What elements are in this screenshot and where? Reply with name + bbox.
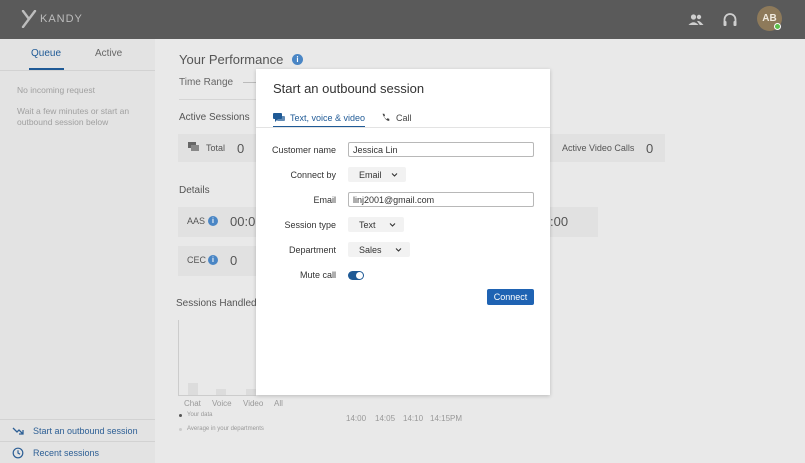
department-select[interactable]: Sales [348,242,410,257]
customer-name-label: Customer name [271,145,336,155]
chevron-down-icon [389,223,396,227]
active-video-calls-card: Active Video Calls 0 [550,134,665,162]
chart-category-label: All [274,399,283,408]
kandy-logo-icon [21,10,37,28]
chart-bar [216,389,226,395]
connect-button[interactable]: Connect [487,289,534,305]
chat-icon [273,112,285,122]
divider [256,127,550,128]
legend-label: Average in your departments [187,426,264,432]
top-bar: KANDY AB [0,0,805,39]
email-field[interactable] [348,192,534,207]
chart-x-axis [178,395,256,396]
session-type-value: Text [359,219,376,230]
session-type-label: Session type [284,220,336,230]
time-range-slider-track[interactable] [243,82,256,83]
online-status-indicator [774,23,781,30]
page-title: Your Performance [179,52,284,67]
outbound-session-dialog: Start an outbound session Text, voice & … [256,69,550,395]
tab-text-voice-video[interactable]: Text, voice & video [273,108,365,127]
customer-name-input[interactable] [348,142,534,157]
chart-time-label: 14:10 [403,414,424,423]
active-video-calls-label: Active Video Calls [562,143,635,153]
info-icon[interactable]: i [208,216,218,226]
email-label: Email [313,195,336,205]
chart-y-axis [178,320,179,396]
tab-call-label: Call [396,112,412,123]
session-type-select[interactable]: Text [348,217,404,232]
empty-queue-hint: Wait a few minutes or start an [17,106,130,116]
app-logo[interactable]: KANDY [21,10,83,28]
aas-label: AAS [187,216,206,226]
details-label: Details [179,185,210,196]
left-panel: Queue Active No incoming request Wait a … [0,39,155,463]
detail-value-right: :00 [550,214,569,229]
tab-active[interactable]: Active [95,48,122,59]
aas-value: 00:0 [230,214,256,229]
legend-label: Your data [187,412,213,418]
connect-by-value: Email [359,169,382,180]
clock-icon [12,447,24,458]
toggle-knob [356,272,363,279]
time-range-label: Time Range [179,77,234,88]
mute-call-toggle[interactable] [348,271,364,280]
detail-card-right: :00 [550,207,598,237]
department-label: Department [288,245,336,255]
legend-marker [179,414,182,417]
logo-text: KANDY [40,13,83,25]
total-label: Total [206,143,226,153]
chevron-down-icon [395,248,402,252]
chart-time-label: 14:05 [375,414,396,423]
active-video-calls-value: 0 [646,141,654,156]
divider [179,99,256,100]
tab-call[interactable]: Call [381,108,412,127]
divider [0,70,155,71]
tab-queue[interactable]: Queue [31,48,61,59]
chart-category-label: Video [243,399,264,408]
chart-bar [246,389,256,395]
chart-category-label: Chat [184,399,201,408]
chart-time-label: 14:15PM [430,414,463,423]
cec-value: 0 [230,253,238,268]
people-icon[interactable] [687,11,705,29]
tab-text-voice-video-label: Text, voice & video [290,112,366,123]
connect-by-label: Connect by [290,170,336,180]
department-value: Sales [359,244,382,255]
chart-bar [188,383,198,395]
empty-queue-title: No incoming request [17,85,95,95]
recent-sessions-link[interactable]: Recent sessions [0,441,155,463]
active-sessions-label: Active Sessions [179,112,250,123]
empty-queue-hint-line-2: outbound session below [17,117,109,127]
chart-time-label: 14:00 [346,414,367,423]
outbound-arrow-icon [12,427,24,435]
legend-marker [179,428,182,431]
total-value: 0 [237,141,245,156]
recent-sessions-label: Recent sessions [33,447,100,458]
chevron-down-icon [391,173,398,177]
chat-bubbles-icon [188,142,199,151]
start-outbound-session-link[interactable]: Start an outbound session [0,419,155,441]
total-card: Total 0 [178,134,256,162]
cec-card: CEC i 0 [178,246,256,276]
aas-card: AAS i 00:0 [178,207,256,237]
phone-icon [382,113,390,121]
headset-icon[interactable] [721,11,739,29]
info-icon[interactable]: i [208,255,218,265]
start-outbound-session-label: Start an outbound session [33,425,138,436]
mute-call-label: Mute call [299,270,336,280]
info-icon[interactable]: i [292,54,303,65]
cec-label: CEC [187,255,207,265]
dialog-title: Start an outbound session [273,81,425,96]
connect-by-select[interactable]: Email [348,167,406,182]
chart-category-label: Voice [212,399,232,408]
sessions-handled-label: Sessions Handled [176,298,257,309]
